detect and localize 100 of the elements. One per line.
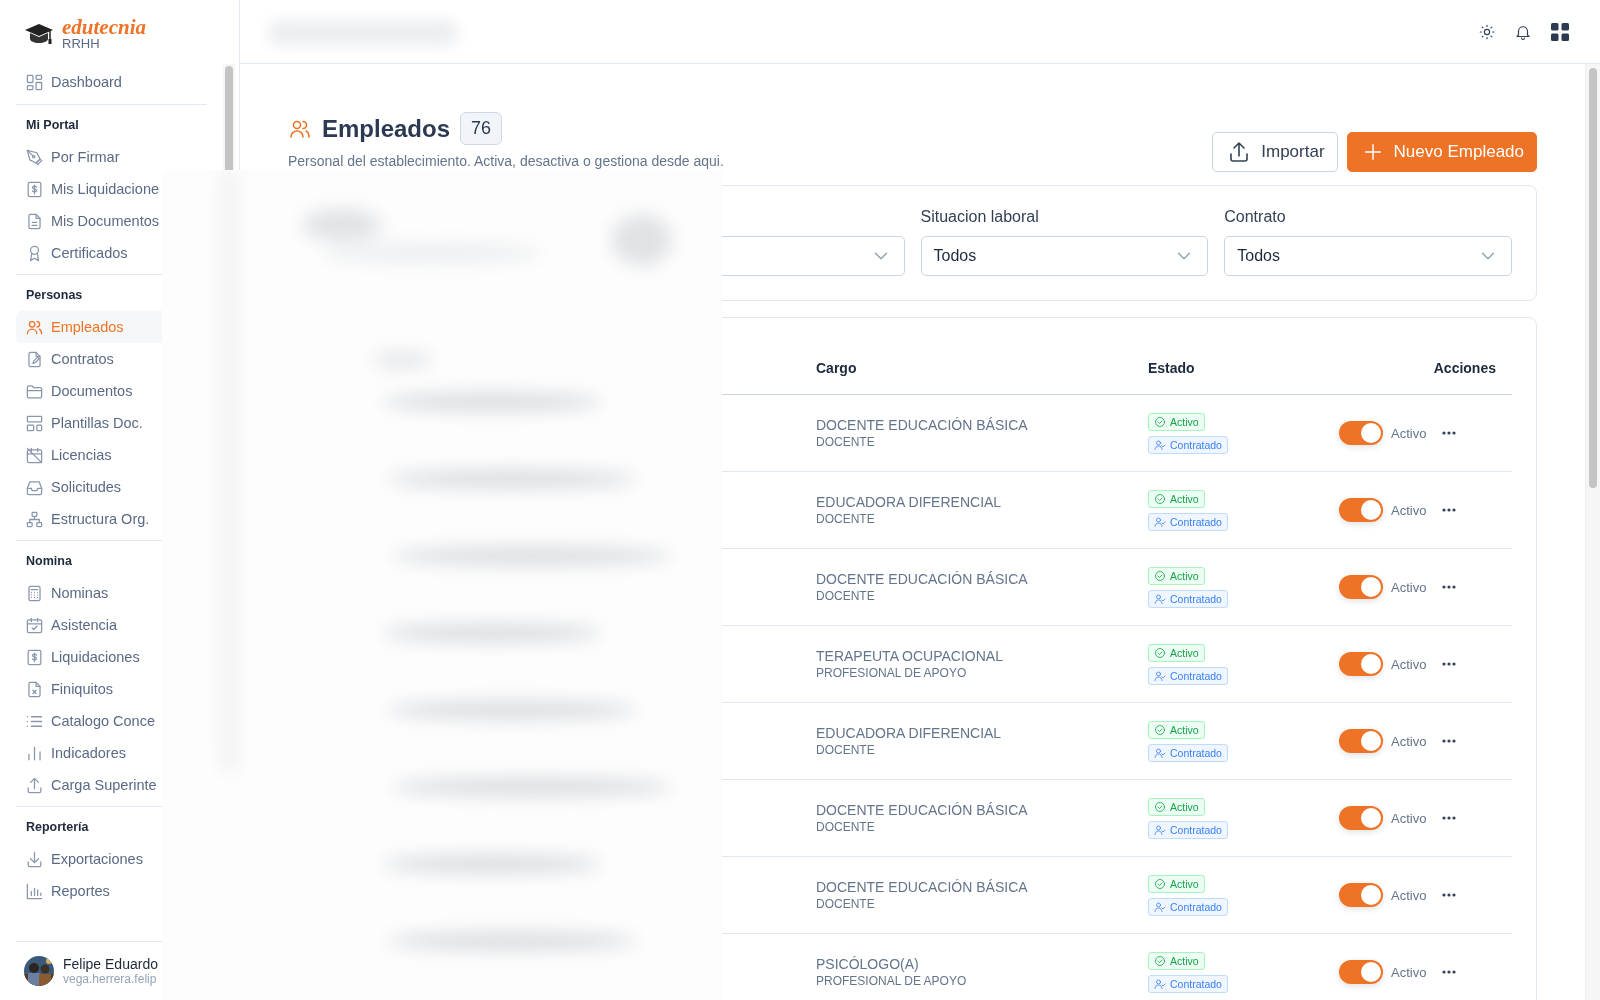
more-icon[interactable] (1442, 816, 1457, 820)
user-check-icon (1154, 746, 1166, 759)
toggle-switch[interactable] (1339, 883, 1383, 907)
import-button[interactable]: Importar (1212, 132, 1338, 172)
user-check-icon (1154, 515, 1166, 528)
org-chart-icon (25, 509, 44, 529)
page-title: Empleados (322, 114, 451, 143)
position-text: PSICÓLOGO(A) (816, 956, 920, 972)
status-badge: Activo (1148, 566, 1205, 585)
user-name: Felipe Eduardo (63, 956, 158, 972)
status-badge: Activo (1148, 720, 1205, 739)
calculator-icon (25, 583, 44, 603)
position-text: DOCENTE EDUCACIÓN BÁSICA (816, 879, 1029, 895)
toggle-label: Activo (1391, 964, 1427, 980)
user-check-icon (1154, 900, 1166, 913)
position-type: DOCENTE (816, 897, 876, 911)
new-employee-button[interactable]: Nuevo Empleado (1346, 132, 1537, 172)
column-header: Acciones (1433, 360, 1496, 376)
section-heading: Mi Portal (25, 117, 80, 134)
check-circle-icon (1154, 877, 1166, 890)
check-circle-icon (1154, 415, 1166, 428)
position-text: EDUCADORA DIFERENCIAL (816, 725, 1003, 741)
toggle-switch[interactable] (1339, 421, 1383, 445)
contract-badge: Contratado (1148, 974, 1228, 993)
column-header: Cargo (816, 360, 857, 376)
dollar-document-icon (25, 647, 44, 667)
toggle-label: Activo (1391, 810, 1427, 826)
toggle-switch[interactable] (1339, 729, 1383, 753)
filter-label: Contrato (1224, 208, 1287, 227)
contract-badge: Contratado (1148, 897, 1228, 916)
more-icon[interactable] (1442, 970, 1457, 974)
toggle-label: Activo (1391, 579, 1427, 595)
more-icon[interactable] (1442, 585, 1457, 589)
user-check-icon (1154, 592, 1166, 605)
user-check-icon (1154, 823, 1166, 836)
apps-icon[interactable] (1550, 21, 1570, 42)
more-icon[interactable] (1442, 739, 1457, 743)
toggle-label: Activo (1391, 425, 1427, 441)
toggle-switch[interactable] (1339, 652, 1383, 676)
count-badge: 76 (460, 112, 503, 145)
toggle-label: Activo (1391, 502, 1427, 518)
dollar-document-icon (25, 179, 44, 199)
more-icon[interactable] (1442, 508, 1457, 512)
scrollbar[interactable] (1589, 68, 1597, 488)
position-type: PROFESIONAL DE APOYO (816, 666, 968, 680)
filter-label: Situacion laboral (920, 208, 1040, 227)
check-circle-icon (1154, 800, 1166, 813)
page-subtitle: Personal del establecimiento. Activa, desactiva o gestiona desde aqui. (288, 153, 724, 169)
user-check-icon (1154, 977, 1166, 990)
status-badge: Activo (1148, 951, 1205, 970)
section-heading: Personas (25, 287, 84, 304)
toggle-switch[interactable] (1339, 575, 1383, 599)
layout-icon (25, 413, 44, 433)
toggle-label: Activo (1391, 887, 1427, 903)
pen-icon (25, 147, 44, 167)
check-circle-icon (1154, 569, 1166, 582)
status-badge: Activo (1148, 874, 1205, 893)
contract-badge: Contratado (1148, 512, 1228, 531)
section-heading: Reportería (25, 819, 90, 836)
check-circle-icon (1154, 492, 1166, 505)
position-type: DOCENTE (816, 820, 876, 834)
more-icon[interactable] (1442, 662, 1457, 666)
filter-select[interactable]: Todos (1224, 236, 1512, 276)
chart-icon (25, 881, 44, 901)
check-circle-icon (1154, 954, 1166, 967)
status-badge: Activo (1148, 643, 1205, 662)
upload-icon (25, 775, 44, 795)
filter-select[interactable]: Todos (920, 236, 1209, 276)
user-check-icon (1154, 669, 1166, 682)
section-heading: Nomina (25, 553, 73, 570)
position-type: DOCENTE (816, 512, 876, 526)
brand-logo: edutecnia (62, 17, 146, 37)
document-x-icon (25, 679, 44, 699)
check-circle-icon (1154, 646, 1166, 659)
toggle-switch[interactable] (1339, 498, 1383, 522)
position-type: PROFESIONAL DE APOYO (816, 974, 968, 988)
toggle-label: Activo (1391, 656, 1427, 672)
download-icon (25, 849, 44, 869)
toggle-switch[interactable] (1339, 806, 1383, 830)
column-header: Estado (1148, 360, 1195, 376)
contract-badge: Contratado (1148, 666, 1228, 685)
position-text: DOCENTE EDUCACIÓN BÁSICA (816, 417, 1029, 433)
position-text: DOCENTE EDUCACIÓN BÁSICA (816, 571, 1029, 587)
contract-badge: Contratado (1148, 435, 1228, 454)
position-type: DOCENTE (816, 589, 876, 603)
more-icon[interactable] (1442, 893, 1457, 897)
position-text: EDUCADORA DIFERENCIAL (816, 494, 1003, 510)
toggle-label: Activo (1391, 733, 1427, 749)
contract-badge: Contratado (1148, 589, 1228, 608)
document-edit-icon (25, 349, 44, 369)
toggle-switch[interactable] (1339, 960, 1383, 984)
document-icon (25, 211, 44, 231)
more-icon[interactable] (1442, 431, 1457, 435)
user-check-icon (1154, 438, 1166, 451)
contract-badge: Contratado (1148, 743, 1228, 762)
user-email: vega.herrera.felip (63, 972, 158, 986)
status-badge: Activo (1148, 412, 1205, 431)
nav-item[interactable]: Dashboard (16, 66, 223, 98)
position-type: DOCENTE (816, 743, 876, 757)
nav-item[interactable]: Por Firmar (16, 141, 223, 173)
